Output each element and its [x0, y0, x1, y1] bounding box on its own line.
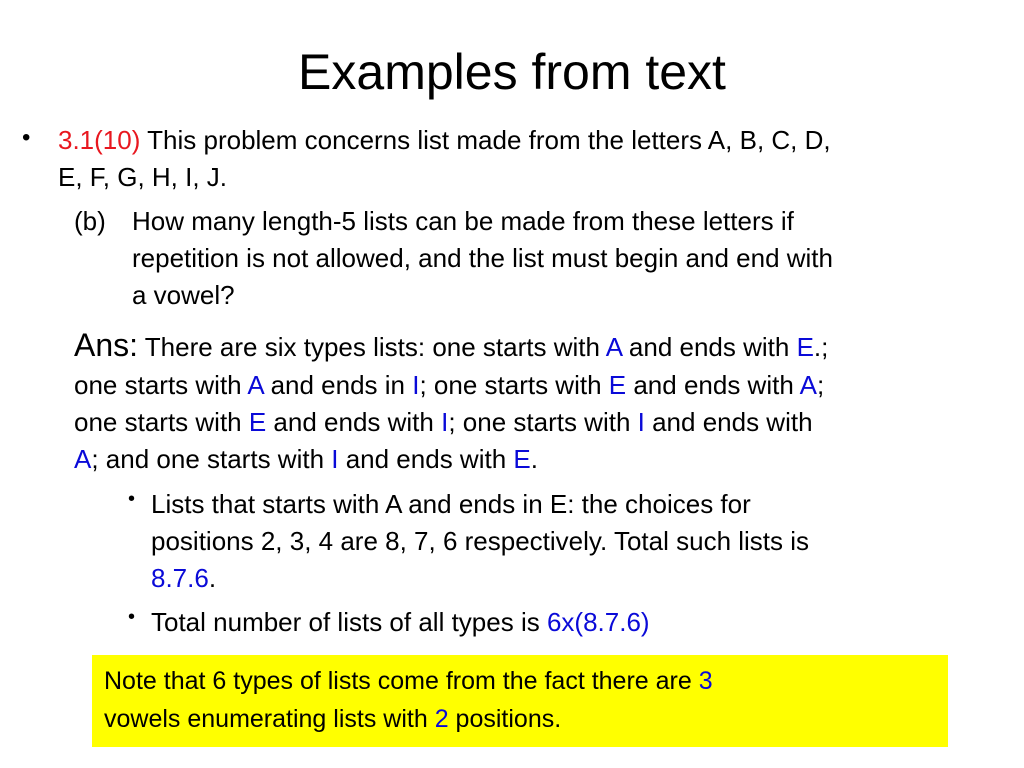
text-segment: and ends in	[263, 370, 413, 400]
text-segment: Total number of lists of all types is	[151, 607, 547, 637]
text-segment: ; one starts with	[448, 407, 638, 437]
text-segment: one starts with	[74, 407, 249, 437]
text-segment: one starts with	[74, 370, 248, 400]
highlighted-text: 6x(8.7.6)	[546, 607, 650, 637]
highlighted-text: A	[247, 370, 264, 400]
text-segment: ; one starts with	[419, 370, 609, 400]
sub-bullet-line: 8.7.6.	[151, 560, 216, 597]
note-line: Note that 6 types of lists come from the…	[104, 663, 713, 700]
text-segment: vowels enumerating lists with	[104, 705, 435, 733]
highlighted-text: E	[513, 444, 531, 474]
text-segment: and ends with	[644, 407, 813, 437]
sub-bullet-icon: •	[128, 488, 136, 510]
text-segment: .	[530, 444, 538, 474]
text-segment: and ends with	[626, 370, 800, 400]
sub-bullet-line: Lists that starts with A and ends in E: …	[151, 486, 751, 523]
highlighted-text: I	[637, 407, 645, 437]
problem-line-1: 3.1(10) This problem concerns list made …	[58, 122, 831, 159]
highlighted-text: E	[608, 370, 627, 400]
answer-line: A; and one starts with I and ends with E…	[74, 441, 538, 478]
answer-line: one starts with E and ends with I; one s…	[74, 404, 813, 441]
text-segment: and ends with	[266, 407, 442, 437]
text-segment: ;	[816, 370, 825, 400]
problem-text: This problem concerns list made from the…	[140, 125, 831, 155]
sub-bullet-line: positions 2, 3, 4 are 8, 7, 6 respective…	[151, 523, 809, 560]
highlighted-text: 2	[434, 705, 449, 733]
part-line-1: How many length-5 lists can be made from…	[132, 206, 794, 236]
text-segment: .;	[813, 332, 829, 362]
highlighted-text: E	[248, 407, 267, 437]
part-line-2: repetition is not allowed, and the list …	[132, 243, 833, 273]
sub-bullet-icon: •	[128, 606, 136, 628]
text-segment: Note that 6 types of lists come from the…	[104, 667, 699, 695]
problem-line-2: E, F, G, H, I, J.	[58, 162, 228, 192]
part-label: (b)	[74, 206, 106, 236]
answer-label: Ans:	[74, 327, 139, 363]
bullet-icon: •	[22, 124, 31, 151]
highlighted-text: 3	[698, 667, 713, 695]
part-line-3: a vowel?	[132, 280, 235, 310]
answer-line: one starts with A and ends in I; one sta…	[74, 367, 824, 404]
note-box: Note that 6 types of lists come from the…	[92, 655, 948, 747]
highlighted-text: A	[74, 444, 92, 474]
text-segment: positions.	[448, 705, 562, 733]
text-segment: Lists that starts with A and ends in E: …	[151, 489, 751, 519]
text-segment: There are six types lists: one starts wi…	[138, 332, 606, 362]
highlighted-text: A	[605, 332, 622, 362]
sub-bullet-line: Total number of lists of all types is 6x…	[151, 604, 650, 641]
text-segment: and ends with	[338, 444, 514, 474]
highlighted-text: 8.7.6	[151, 563, 209, 593]
highlighted-text: E	[796, 332, 814, 362]
text-segment: and ends with	[621, 332, 797, 362]
note-line: vowels enumerating lists with 2 position…	[104, 701, 561, 738]
problem-reference: 3.1(10)	[58, 125, 141, 155]
text-segment: .	[208, 563, 217, 593]
text-segment: positions 2, 3, 4 are 8, 7, 6 respective…	[151, 526, 810, 556]
text-segment: ; and one starts with	[91, 444, 332, 474]
highlighted-text: A	[799, 370, 817, 400]
answer-line: Ans: There are six types lists: one star…	[74, 327, 828, 366]
slide-title: Examples from text	[298, 44, 726, 100]
